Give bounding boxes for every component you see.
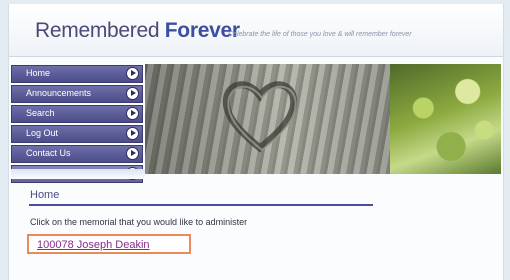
circle-arrow-right-icon — [126, 127, 139, 140]
site-tagline: Celebrate the life of those you love & w… — [228, 31, 412, 38]
title-divider — [29, 204, 373, 206]
nav-item-label: Log Out — [26, 128, 59, 138]
main-navigation: Home Announcements Search Log Out Contac… — [11, 65, 143, 185]
nav-item-search[interactable]: Search — [11, 105, 143, 123]
nav-item-label: Home — [26, 68, 51, 78]
brand-name-light: Remembered — [35, 19, 160, 42]
circle-arrow-right-icon — [126, 67, 139, 80]
nav-item-label: Search — [26, 108, 55, 118]
circle-arrow-right-icon — [126, 147, 139, 160]
nav-item-contact-us[interactable]: Contact Us — [11, 145, 143, 163]
foliage-image — [390, 64, 501, 174]
page: Remembered Forever Celebrate the life of… — [8, 4, 504, 280]
nav-item-announcements[interactable]: Announcements — [11, 85, 143, 103]
circle-arrow-right-icon — [126, 87, 139, 100]
site-header: Remembered Forever Celebrate the life of… — [9, 4, 503, 57]
memorial-link[interactable]: 100078 Joseph Deakin — [37, 239, 150, 251]
page-title: Home — [30, 189, 60, 201]
nav-item-label: Announcements — [26, 88, 92, 98]
instruction-text: Click on the memorial that you would lik… — [30, 217, 248, 227]
circle-arrow-right-icon — [126, 107, 139, 120]
nav-fade-decoration — [11, 169, 145, 179]
memorial-link-box[interactable]: 100078 Joseph Deakin — [27, 234, 191, 254]
carved-heart-icon — [222, 81, 298, 153]
nav-item-log-out[interactable]: Log Out — [11, 125, 143, 143]
nav-item-home[interactable]: Home — [11, 65, 143, 83]
nav-item-label: Contact Us — [26, 148, 71, 158]
banner-image — [145, 64, 501, 174]
site-logo[interactable]: Remembered Forever — [35, 19, 240, 43]
